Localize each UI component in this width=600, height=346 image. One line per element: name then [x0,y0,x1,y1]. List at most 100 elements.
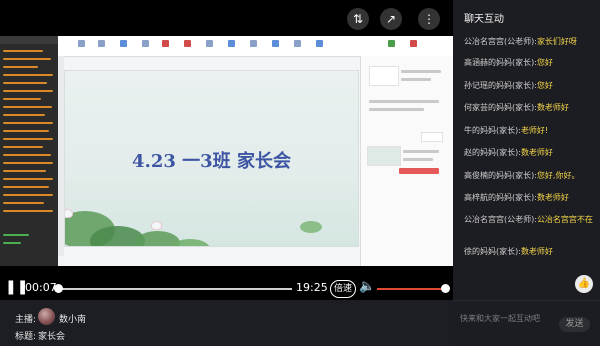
presenter-chat-line [3,154,51,156]
pane-text-line [403,158,433,161]
presenter-chat-line [3,146,43,148]
ppt-toolbar [58,36,453,57]
chat-sender: 高俊楠的妈妈(家长): [464,171,537,180]
slide-title: 4.23 一3班 家长会 [132,151,291,172]
presenter-chat-line [3,210,53,212]
presenter-chat-line [3,178,53,180]
ppt-properties-pane [360,56,453,266]
volume-icon[interactable]: 🔈 [359,279,375,294]
toolbar-tool-icon [162,40,169,47]
stream-title: 家长会 [38,332,66,342]
chat-sender: 徐的妈妈(家长): [464,247,521,256]
host-name: 数小南 [59,315,87,325]
presenter-chat-line [3,138,53,140]
toolbar-tool-icon [250,40,257,47]
chat-sender: 孙记瑶的妈妈(家长): [464,81,537,90]
presenter-chat-line [3,90,53,92]
toolbar-tool-icon [410,40,417,47]
chat-text: 老师好! [520,126,549,135]
chat-sidebar: 聊天互动 公冶名宫宫(公老师):家长们好呀 高涵赫的妈妈(家长):您好 孙记瑶的… [453,0,600,345]
pane-thumbnail [369,66,399,86]
toolbar-tool-icon [272,40,279,47]
pane-text-line [401,78,431,81]
presenter-chat-line [3,170,46,172]
progress-track[interactable] [60,288,292,290]
chat-sender: 公冶名宫宫(公老师): [464,215,537,224]
host-label: 主播: [15,315,37,325]
presenter-status-line [3,242,21,244]
lotus-flower [65,209,73,218]
chat-message: 何家芸的妈妈(家长):数老师好 [464,101,594,114]
chat-message: 徐的妈妈(家长):数老师好 [464,245,594,258]
send-button[interactable]: 发送 [559,317,590,332]
chat-text: 数老师好 [520,148,553,157]
lotus-flower [151,221,162,230]
chat-input[interactable] [460,310,559,326]
presenter-chat-line [3,106,52,108]
current-time: 00:07 [25,281,57,294]
toolbar-tool-icon [206,40,213,47]
presenter-chat-line [3,50,43,52]
toolbar-tool-icon [316,40,323,47]
chat-text: 您好 [536,81,553,90]
chat-sender: 高梓航的妈妈(家长): [464,193,537,202]
presenter-status-line [3,234,29,236]
presenter-chat-line [3,162,53,164]
chat-sender: 何家芸的妈妈(家长): [464,103,537,112]
presenter-chat-line [3,82,47,84]
chat-input-bar: 发送 [453,300,600,346]
video-player[interactable]: 4.23 一3班 家长会 ⇅ ↗ ⋮ ❚❚ 00:07 19:25 倍速 🔈 [0,0,453,300]
chat-sender: 牛的妈妈(家长): [464,126,521,135]
presentation-slide: 4.23 一3班 家长会 [64,70,359,247]
presenter-chat-line [3,202,44,204]
toolbar-tool-icon [78,40,85,47]
pane-text-line [369,108,424,111]
volume-track[interactable] [377,288,445,290]
more-icon[interactable]: ⋮ [418,8,440,30]
presenter-chat-line [3,130,49,132]
toolbar-tool-icon [142,40,149,47]
presenter-chat-line [3,194,53,196]
share-icon[interactable]: ↗ [380,8,402,30]
chat-message: 孙记瑶的妈妈(家长):您好 [464,79,594,92]
chat-text: 数老师好 [536,193,569,202]
chat-message: 高俊楠的妈妈(家长):您好,你好。 [464,169,594,182]
chat-text: 您好,你好。 [536,171,580,180]
presenter-chat-line [3,66,38,68]
pane-thumbnail [367,146,401,166]
shared-screen: 4.23 一3班 家长会 [0,36,453,266]
lily-pad [300,221,322,233]
pane-text-line [401,70,441,73]
pane-text-line [403,150,439,153]
progress-handle[interactable] [54,284,63,293]
duration: 19:25 [296,281,328,294]
chat-sender: 公冶名宫宫(公老师): [464,37,537,46]
chat-message: 公冶名宫宫(公老师):家长们好呀 [464,35,594,48]
camera-switch-icon[interactable]: ⇅ [347,8,369,30]
presenter-chat-line [3,98,41,100]
title-label: 标题: [15,332,37,342]
presenter-chat-line [3,74,53,76]
stream-info: 主播: 数小南 标题: 家长会 [0,300,453,345]
presenter-chat-header [0,36,58,44]
presenter-chat-line [3,122,53,124]
presenter-chat-line [3,186,49,188]
presenter-chat-panel [0,36,58,266]
chat-text: 数老师好 [520,247,553,256]
chat-sender: 赵的妈妈(家长): [464,148,521,157]
pane-text-line [369,100,439,103]
volume-handle[interactable] [441,284,450,293]
toolbar-tool-icon [294,40,301,47]
chat-message: 公冶名宫宫(公老师):公冶名宫宫不在 [464,213,594,226]
chat-message: 高梓航的妈妈(家长):数老师好 [464,191,594,204]
chat-message: 牛的妈妈(家长):老师好! [464,124,594,137]
chat-message: 高涵赫的妈妈(家长):您好 [464,56,594,69]
chat-text: 公冶名宫宫不在 [536,215,593,224]
presenter-chat-line [3,114,45,116]
toolbar-tool-icon [98,40,105,47]
thumbs-up-icon[interactable]: 👍 [575,275,593,293]
speed-button[interactable]: 倍速 [330,280,356,298]
toolbar-tool-icon [228,40,235,47]
chat-text: 家长们好呀 [536,37,577,46]
chat-sender: 高涵赫的妈妈(家长): [464,58,537,67]
